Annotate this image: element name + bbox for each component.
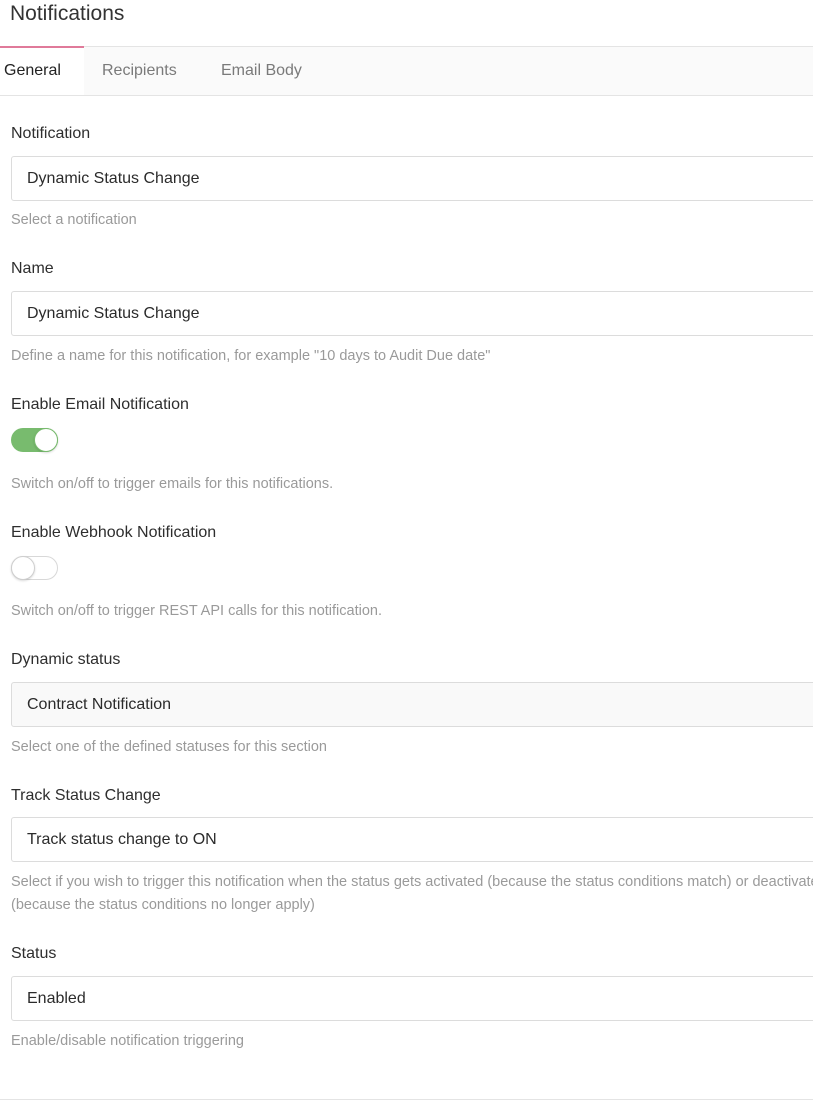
email-notification-help: Switch on/off to trigger emails for this…: [11, 476, 334, 492]
status-label: Status: [11, 945, 57, 962]
toggle-knob: [11, 556, 35, 580]
dynamic-status-label: Dynamic status: [11, 651, 121, 668]
name-label: Name: [11, 260, 54, 277]
status-select[interactable]: Enabled: [11, 976, 813, 1021]
status-help: Enable/disable notification triggering: [11, 1033, 244, 1049]
notifications-page: Notifications General Recipients Email B…: [0, 0, 813, 1101]
divider: [0, 1099, 813, 1100]
page-title: Notifications: [10, 2, 125, 25]
track-status-change-select[interactable]: Track status change to ON: [11, 817, 813, 862]
webhook-notification-toggle[interactable]: [11, 556, 58, 580]
dynamic-status-help: Select one of the defined statuses for t…: [11, 739, 327, 755]
toggle-knob: [34, 428, 58, 452]
track-status-change-help: Select if you wish to trigger this notif…: [11, 874, 813, 913]
webhook-notification-label: Enable Webhook Notification: [11, 524, 217, 541]
name-input[interactable]: Dynamic Status Change: [11, 291, 813, 336]
track-status-change-label: Track Status Change: [11, 787, 161, 804]
tab-bar: General Recipients Email Body: [0, 46, 813, 96]
name-help: Define a name for this notification, for…: [11, 348, 491, 364]
email-notification-toggle[interactable]: [11, 428, 58, 452]
email-notification-label: Enable Email Notification: [11, 396, 189, 413]
webhook-notification-help: Switch on/off to trigger REST API calls …: [11, 603, 382, 619]
tab-recipients[interactable]: Recipients: [102, 47, 177, 95]
notification-label: Notification: [11, 125, 91, 142]
tab-email-body[interactable]: Email Body: [221, 47, 302, 95]
notification-help: Select a notification: [11, 212, 137, 228]
notification-select[interactable]: Dynamic Status Change: [11, 156, 813, 201]
dynamic-status-select[interactable]: Contract Notification: [11, 682, 813, 727]
tab-general[interactable]: General: [0, 46, 84, 95]
